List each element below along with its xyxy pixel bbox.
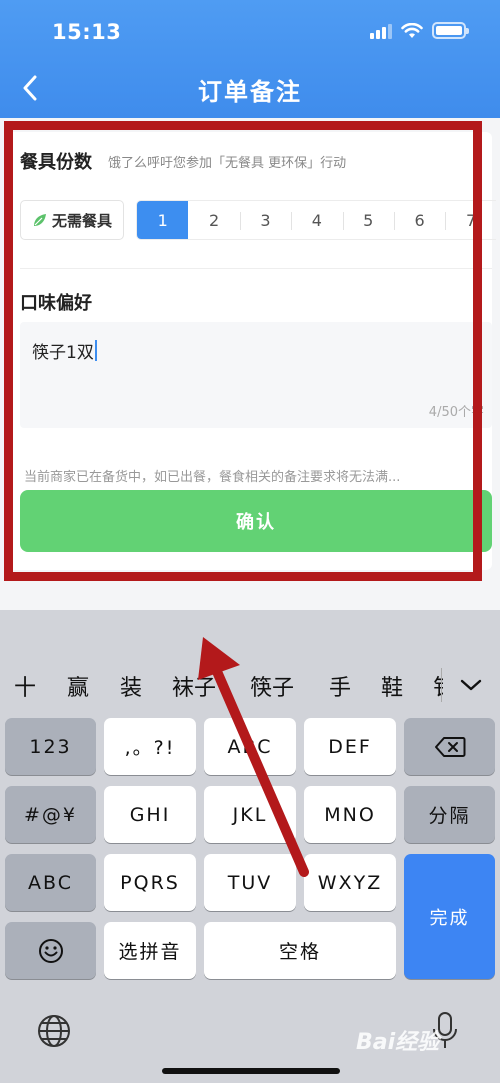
watermark: Bai经验 — [356, 1030, 440, 1055]
key-def[interactable]: DEF — [304, 718, 396, 775]
count-option-2[interactable]: 2 — [188, 201, 239, 239]
note-card: 餐具份数 饿了么呼吁您参加「无餐具 更环保」行动 无需餐具 1 2 3 4 5 … — [8, 132, 496, 570]
char-counter: 4/50个字 — [428, 405, 484, 420]
tableware-title: 餐具份数 — [20, 152, 92, 173]
battery-icon — [432, 22, 469, 39]
no-tableware-button[interactable]: 无需餐具 — [20, 200, 124, 240]
key-mno[interactable]: MNO — [304, 786, 396, 843]
emoji-icon — [38, 938, 63, 963]
key-symbols[interactable]: #@¥ — [5, 786, 96, 843]
count-option-1[interactable]: 1 — [137, 201, 189, 239]
candidate-word[interactable]: 十 — [14, 670, 36, 702]
key-abc-mode[interactable]: ABC — [5, 854, 96, 911]
candidate-word[interactable]: 手 — [329, 670, 351, 702]
key-pqrs[interactable]: PQRS — [104, 854, 196, 911]
count-option-7[interactable]: 7 — [445, 201, 496, 239]
globe-icon[interactable] — [36, 1013, 72, 1049]
warning-text: 当前商家已在备货中，如已出餐，餐食相关的备注要求将无法满... — [24, 470, 401, 485]
key-wxyz[interactable]: WXYZ — [304, 854, 396, 911]
status-time: 15:13 — [52, 20, 122, 44]
count-option-5[interactable]: 5 — [342, 201, 394, 239]
note-text-wrap: 筷子1双 — [32, 338, 97, 363]
key-tuv[interactable]: TUV — [204, 854, 296, 911]
candidate-word[interactable]: 筷子 — [250, 670, 294, 702]
done-key[interactable]: 完成 — [404, 854, 495, 979]
note-input-value: 筷子1双 — [32, 343, 94, 363]
taste-title: 口味偏好 — [20, 293, 92, 314]
delete-icon — [434, 736, 465, 757]
page-title: 订单备注 — [198, 78, 302, 106]
leaf-icon — [33, 214, 46, 226]
space-key[interactable]: 空格 — [204, 922, 396, 979]
expand-candidates-button[interactable] — [456, 670, 486, 700]
order-note-content: 餐具份数 饿了么呼吁您参加「无餐具 更环保」行动 无需餐具 1 2 3 4 5 … — [0, 118, 500, 610]
delete-key[interactable] — [404, 718, 495, 775]
tableware-hint: 饿了么呼吁您参加「无餐具 更环保」行动 — [108, 156, 347, 171]
wifi-icon — [401, 22, 423, 38]
key-abc[interactable]: ABC — [204, 718, 296, 775]
app-header: 15:13 订单备注 — [0, 0, 500, 118]
count-option-3[interactable]: 3 — [239, 201, 291, 239]
candidate-word[interactable]: 装 — [120, 670, 142, 702]
candidate-word[interactable]: 赢 — [67, 670, 89, 702]
key-jkl[interactable]: JKL — [204, 786, 296, 843]
no-tableware-label: 无需餐具 — [51, 211, 112, 230]
status-icons — [370, 22, 469, 39]
signal-icon — [370, 23, 392, 39]
key-pinyin[interactable]: 选拼音 — [104, 922, 196, 979]
key-123[interactable]: 123 — [5, 718, 96, 775]
count-option-6[interactable]: 6 — [393, 201, 445, 239]
key-separator[interactable]: 分隔 — [404, 786, 495, 843]
candidate-bar: 十 赢 装 袜子 筷子 手 鞋 钅 — [0, 656, 500, 716]
key-ghi[interactable]: GHI — [104, 786, 196, 843]
candidate-word[interactable]: 袜子 — [172, 670, 216, 702]
confirm-button[interactable]: 确认 — [20, 490, 492, 552]
text-caret — [94, 340, 97, 361]
note-input[interactable]: 筷子1双 4/50个字 — [20, 322, 492, 428]
candidate-separator — [441, 668, 442, 702]
emoji-key[interactable] — [5, 922, 96, 979]
count-option-4[interactable]: 4 — [291, 201, 342, 239]
key-punctuation[interactable]: ,。?! — [104, 718, 196, 775]
ime-keyboard: 十 赢 装 袜子 筷子 手 鞋 钅 123 ,。?! ABC DEF #@¥ G… — [0, 610, 500, 1083]
home-indicator — [162, 1068, 340, 1074]
chevron-down-icon — [460, 679, 482, 691]
section-divider — [20, 268, 492, 269]
tableware-count-selector: 1 2 3 4 5 6 7 — [136, 200, 496, 240]
candidate-word[interactable]: 鞋 — [381, 670, 403, 702]
